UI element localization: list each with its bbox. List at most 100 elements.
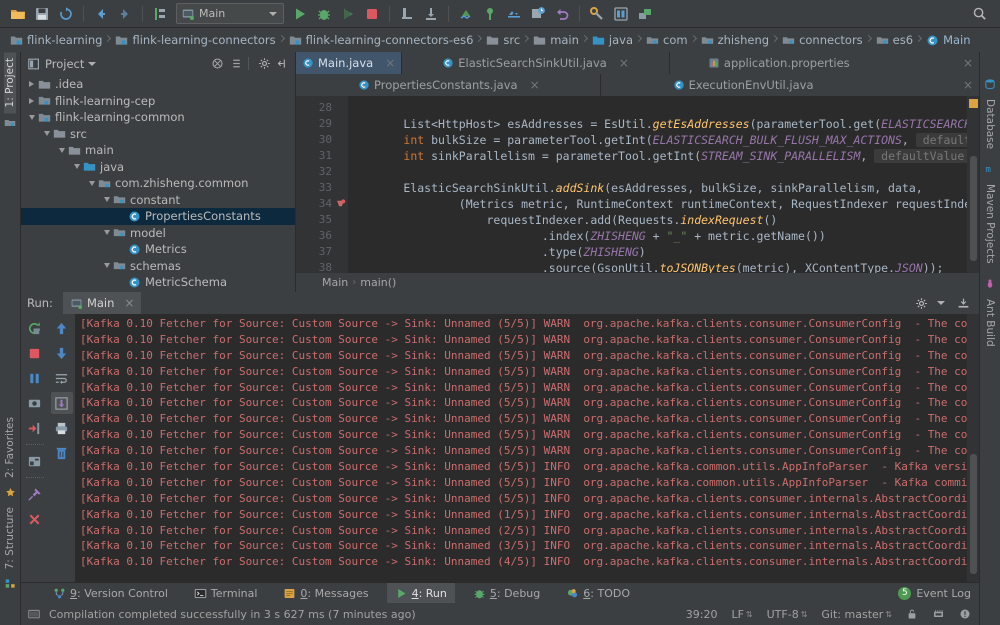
breadcrumb-item-src[interactable]: src [482,28,522,52]
print-icon[interactable] [51,417,73,439]
bottom-tool-terminal[interactable]: Terminal [186,583,266,604]
vcs-branch-widget[interactable]: Git: master⇅ [821,608,892,621]
bottom-tool-debug[interactable]: 5: Debug [465,583,548,604]
run-configuration-selector[interactable]: Main [176,3,284,24]
rerun-icon[interactable] [24,317,46,339]
forward-arrow-icon[interactable] [114,3,136,25]
editor-scrollbar[interactable] [967,96,979,273]
close-icon[interactable] [24,508,46,530]
open-folder-icon[interactable] [7,3,29,25]
breadcrumb-item-com[interactable]: com [642,28,690,52]
tree-node[interactable]: main [21,142,295,159]
search-everywhere-icon[interactable] [968,3,990,25]
chevron-right-icon[interactable] [25,81,38,87]
dump-threads-icon[interactable] [24,392,46,414]
tree-node[interactable]: com.zhisheng.common [21,175,295,192]
run-icon[interactable] [289,3,311,25]
breadcrumb-item-connectors[interactable]: connectors [778,28,865,52]
gutter-line-number[interactable]: 30 [296,132,348,148]
pause-icon[interactable] [24,367,46,389]
tree-node[interactable]: MetricSchema [21,274,295,291]
sidebar-tab-project[interactable]: 1: Project [4,52,16,113]
code-line[interactable]: .index(ZHISHENG + "_" + metric.getName()… [348,228,979,244]
lambda-gutter-icon[interactable] [335,198,346,209]
file-encoding[interactable]: UTF-8⇅ [767,608,808,621]
collapse-all-icon[interactable] [209,56,225,72]
close-icon[interactable]: × [963,56,973,70]
gutter-line-number[interactable]: 38 [296,260,348,273]
console-scrollbar[interactable] [967,314,979,582]
chevron-down-icon[interactable] [937,301,945,305]
soft-wrap-icon[interactable] [51,367,73,389]
hide-panel-icon[interactable] [955,295,971,311]
revert-icon[interactable] [551,3,573,25]
breadcrumb-item-main-class[interactable]: Main [922,28,972,52]
gutter-line-number[interactable]: 32 [296,164,348,180]
gutter-line-number[interactable]: 34 [296,196,348,212]
chevron-down-icon[interactable] [70,164,83,169]
down-arrow-icon[interactable] [51,342,73,364]
chevron-down-icon[interactable] [40,131,53,136]
notification-icon[interactable] [959,608,971,620]
exit-icon[interactable] [24,417,46,439]
toggle-bookmarks-icon[interactable] [149,3,171,25]
breadcrumb-item-flink-learning-connectors-es6[interactable]: flink-learning-connectors-es6 [285,28,476,52]
code-line[interactable]: .type(ZHISHENG) [348,244,979,260]
chevron-down-icon[interactable] [85,181,98,186]
stop-icon[interactable] [361,3,383,25]
breadcrumb-item-main[interactable]: main [529,28,581,52]
code-line[interactable]: .source(GsonUtil.toJSONBytes(metric), XC… [348,260,979,273]
save-all-icon[interactable] [31,3,53,25]
code-line[interactable]: requestIndexer.add(Requests.indexRequest… [348,212,979,228]
stop-icon[interactable] [24,342,46,364]
console-output[interactable]: [Kafka 0.10 Fetcher for Source: Custom S… [75,314,979,582]
settings-gear-icon[interactable] [913,295,929,311]
close-icon[interactable]: × [385,56,395,70]
gutter-line-number[interactable]: 28 [296,100,348,116]
editor-tab-propertiesconstants-java[interactable]: PropertiesConstants.java × [296,74,601,96]
run-with-coverage-icon[interactable] [337,3,359,25]
editor-tab-application-properties[interactable]: application.properties × [670,52,979,74]
breadcrumb-item-java[interactable]: java [588,28,635,52]
breadcrumb-item-flink-learning[interactable]: flink-learning [6,28,104,52]
settings-gear-icon[interactable] [256,56,272,72]
sdk-manager-icon[interactable] [634,3,656,25]
tree-node[interactable]: flink-learning-common [21,109,295,126]
compare-with-icon[interactable] [503,3,525,25]
bottom-tool-todo[interactable]: 6: TODO [558,583,638,604]
scrollbar-thumb[interactable] [970,454,977,574]
project-structure-icon[interactable] [610,3,632,25]
code-line[interactable]: List<HttpHost> esAddresses = EsUtil.getE… [348,116,979,132]
code-editor[interactable]: 2829303132333435363738394041 List<HttpHo… [296,96,979,273]
hide-panel-icon[interactable] [275,56,291,72]
editor-tab-main-java[interactable]: Main.java × [296,52,402,74]
tree-node[interactable]: src [21,126,295,143]
chevron-down-icon[interactable] [269,12,277,16]
expand-all-icon[interactable] [228,56,244,72]
sync-refresh-icon[interactable] [55,3,77,25]
pin-tab-icon[interactable] [24,483,46,505]
bottom-tool-version-control[interactable]: 9: Version Control [45,583,176,604]
sidebar-tab-maven-projects[interactable]: Maven Projects [984,178,996,270]
tree-node[interactable]: model [21,225,295,242]
tree-node[interactable]: schemas [21,258,295,275]
code-line[interactable]: int bulkSize = parameterTool.getInt(ELAS… [348,132,979,148]
caret-position[interactable]: 39:20 [686,608,718,621]
memory-icon[interactable] [932,608,945,620]
update-project-icon[interactable] [455,3,477,25]
editor-status-breadcrumb[interactable]: Main › main() [296,273,979,292]
sidebar-tab-ant-build[interactable]: Ant Build [984,293,996,353]
gutter-line-number[interactable]: 29 [296,116,348,132]
project-tree[interactable]: .ideaflink-learning-cepflink-learning-co… [21,75,295,292]
bottom-tool-messages[interactable]: 0: Messages [275,583,376,604]
close-icon[interactable]: × [963,78,973,92]
editor-gutter[interactable]: 2829303132333435363738394041 [296,96,348,273]
tree-node[interactable]: java [21,159,295,176]
tree-node[interactable]: constant [21,192,295,209]
chevron-down-icon[interactable] [100,263,113,268]
tree-node[interactable]: Metrics [21,241,295,258]
code-text[interactable]: List<HttpHost> esAddresses = EsUtil.getE… [348,96,979,273]
close-icon[interactable]: × [124,296,134,310]
settings-wrench-icon[interactable] [586,3,608,25]
vcs-history-icon[interactable] [527,3,549,25]
